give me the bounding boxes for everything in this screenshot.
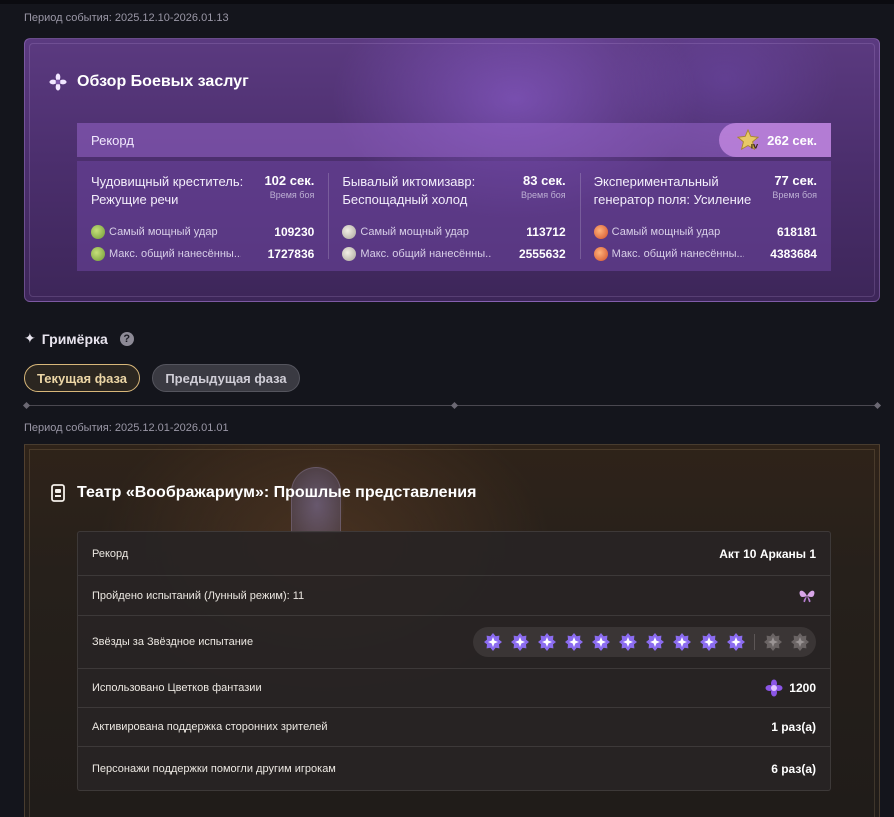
divider-ornament xyxy=(873,401,882,410)
stat-label: Макс. общий нанесённы... xyxy=(109,248,241,260)
theater-card: Театр «Воображариум»: Прошлые представле… xyxy=(24,444,880,817)
fire-icon xyxy=(593,247,608,261)
flower-emblem-icon xyxy=(49,73,67,91)
stat-row: Самый мощный удар 618181 xyxy=(593,221,817,243)
stat-label: Самый мощный удар xyxy=(109,226,218,238)
boss-time-label: Время боя xyxy=(772,190,817,200)
star-empty-icon xyxy=(791,633,809,651)
stat-value: 2555632 xyxy=(518,247,566,261)
skull-icon xyxy=(342,225,357,239)
stat-value: 618181 xyxy=(776,225,817,239)
butterfly-icon xyxy=(799,590,815,602)
stat-label: Макс. общий нанесённы... xyxy=(611,248,744,260)
merits-record-label: Рекорд xyxy=(91,132,134,148)
boss-name: Экспериментальный генератор поля: Усилен… xyxy=(593,174,752,207)
boss-battle-time: 83 сек. xyxy=(523,173,566,188)
table-row: Использовано Цветков фантазии 1200 xyxy=(78,669,830,708)
event-period: Период события: 2025.12.01-2026.01.01 xyxy=(24,422,229,434)
row-value: Акт 10 Арканы 1 xyxy=(719,546,816,561)
stars-indicator xyxy=(473,627,816,657)
star-earned-icon xyxy=(538,633,556,651)
merits-title-text: Обзор Боевых заслуг xyxy=(77,73,249,90)
stat-label: Самый мощный удар xyxy=(360,226,469,238)
battle-merits-card: Обзор Боевых заслуг Рекорд IV 262 сек. Ч… xyxy=(24,38,880,302)
row-value: 6 раз(а) xyxy=(771,761,816,776)
tab-previous-phase[interactable]: Предыдущая фаза xyxy=(152,364,300,392)
boss-list: Чудовищный креститель: Режущие речи 102 … xyxy=(77,161,831,271)
fantasy-flower-icon xyxy=(765,679,783,697)
stat-value: 4383684 xyxy=(770,247,817,261)
divider-ornament xyxy=(22,401,31,410)
stat-value: 109230 xyxy=(274,225,315,239)
row-value: 1200 xyxy=(789,681,816,695)
event-period: Период события: 2025.12.10-2026.01.13 xyxy=(24,12,229,24)
row-label: Активирована поддержка сторонних зрителе… xyxy=(92,721,328,733)
row-label: Пройдено испытаний (Лунный режим): 11 xyxy=(92,589,305,602)
theater-ticket-icon xyxy=(51,484,65,502)
dressing-room-title: Гримёрка xyxy=(41,330,108,347)
table-row: Персонажи поддержки помогли другим игрок… xyxy=(78,747,830,790)
dendro-icon xyxy=(91,247,105,261)
star-earned-icon xyxy=(484,633,502,651)
row-label: Рекорд xyxy=(92,547,129,560)
star-earned-icon xyxy=(565,633,583,651)
dendro-icon xyxy=(91,225,105,239)
dressing-room-heading: ✦ Гримёрка ? xyxy=(24,330,134,347)
table-row: Звёзды за Звёздное испытание xyxy=(78,616,830,669)
record-time: 262 сек. xyxy=(767,132,817,148)
stat-row: Самый мощный удар 113712 xyxy=(342,221,566,243)
theater-title-text: Театр «Воображариум»: Прошлые представле… xyxy=(77,484,477,501)
stat-row: Макс. общий нанесённы... 1727836 xyxy=(91,243,314,265)
table-row: Рекорд Акт 10 Арканы 1 xyxy=(78,532,830,576)
merits-title: Обзор Боевых заслуг xyxy=(49,73,249,91)
row-label: Использовано Цветков фантазии xyxy=(92,682,262,694)
stat-label: Самый мощный удар xyxy=(611,226,721,238)
divider-ornament xyxy=(450,401,459,410)
tab-current-phase[interactable]: Текущая фаза xyxy=(24,364,140,392)
stat-label: Макс. общий нанесённы... xyxy=(360,248,493,260)
theater-title: Театр «Воображариум»: Прошлые представле… xyxy=(49,483,476,503)
stars-separator xyxy=(754,634,755,650)
row-value: 1 раз(а) xyxy=(771,720,816,734)
help-icon[interactable]: ? xyxy=(119,331,134,346)
boss-time-label: Время боя xyxy=(269,190,315,200)
section-divider xyxy=(22,401,882,410)
boss-panel: Экспериментальный генератор поля: Усилен… xyxy=(579,161,831,271)
boss-name: Чудовищный креститель: Режущие речи xyxy=(91,174,244,207)
boss-battle-time: 77 сек. xyxy=(774,173,817,188)
boss-battle-time: 102 сек. xyxy=(264,173,315,188)
star-earned-icon xyxy=(511,633,529,651)
stat-value: 113712 xyxy=(526,225,566,239)
theater-stats-table: Рекорд Акт 10 Арканы 1 Пройдено испытани… xyxy=(77,531,831,791)
row-label: Персонажи поддержки помогли другим игрок… xyxy=(92,762,336,775)
record-badge: IV 262 сек. xyxy=(719,123,831,157)
table-row: Активирована поддержка сторонних зрителе… xyxy=(78,708,830,747)
star-earned-icon xyxy=(592,633,610,651)
top-bar xyxy=(0,0,894,4)
row-label: Звёзды за Звёздное испытание xyxy=(92,636,254,648)
star-earned-icon xyxy=(646,633,664,651)
gold-medal-icon: IV xyxy=(737,129,760,150)
fire-icon xyxy=(593,225,608,239)
merits-record-row: Рекорд IV 262 сек. xyxy=(77,123,831,157)
star-empty-icon xyxy=(764,633,782,651)
svg-text:IV: IV xyxy=(751,142,758,150)
table-row: Пройдено испытаний (Лунный режим): 11 xyxy=(78,576,830,616)
boss-panel: Бывалый иктомизавр: Беспощадный холод 83… xyxy=(328,161,579,271)
star-earned-icon xyxy=(727,633,745,651)
sparkle-icon: ✦ xyxy=(24,330,36,346)
boss-name: Бывалый иктомизавр: Беспощадный холод xyxy=(342,174,476,207)
boss-panel: Чудовищный креститель: Режущие речи 102 … xyxy=(77,161,328,271)
stat-row: Макс. общий нанесённы... 4383684 xyxy=(593,243,817,265)
stat-row: Макс. общий нанесённы... 2555632 xyxy=(342,243,566,265)
star-earned-icon xyxy=(700,633,718,651)
skull-icon xyxy=(342,247,357,261)
boss-time-label: Время боя xyxy=(521,190,566,200)
star-earned-icon xyxy=(619,633,637,651)
star-earned-icon xyxy=(673,633,691,651)
stat-value: 1727836 xyxy=(267,247,315,261)
stat-row: Самый мощный удар 109230 xyxy=(91,221,314,243)
